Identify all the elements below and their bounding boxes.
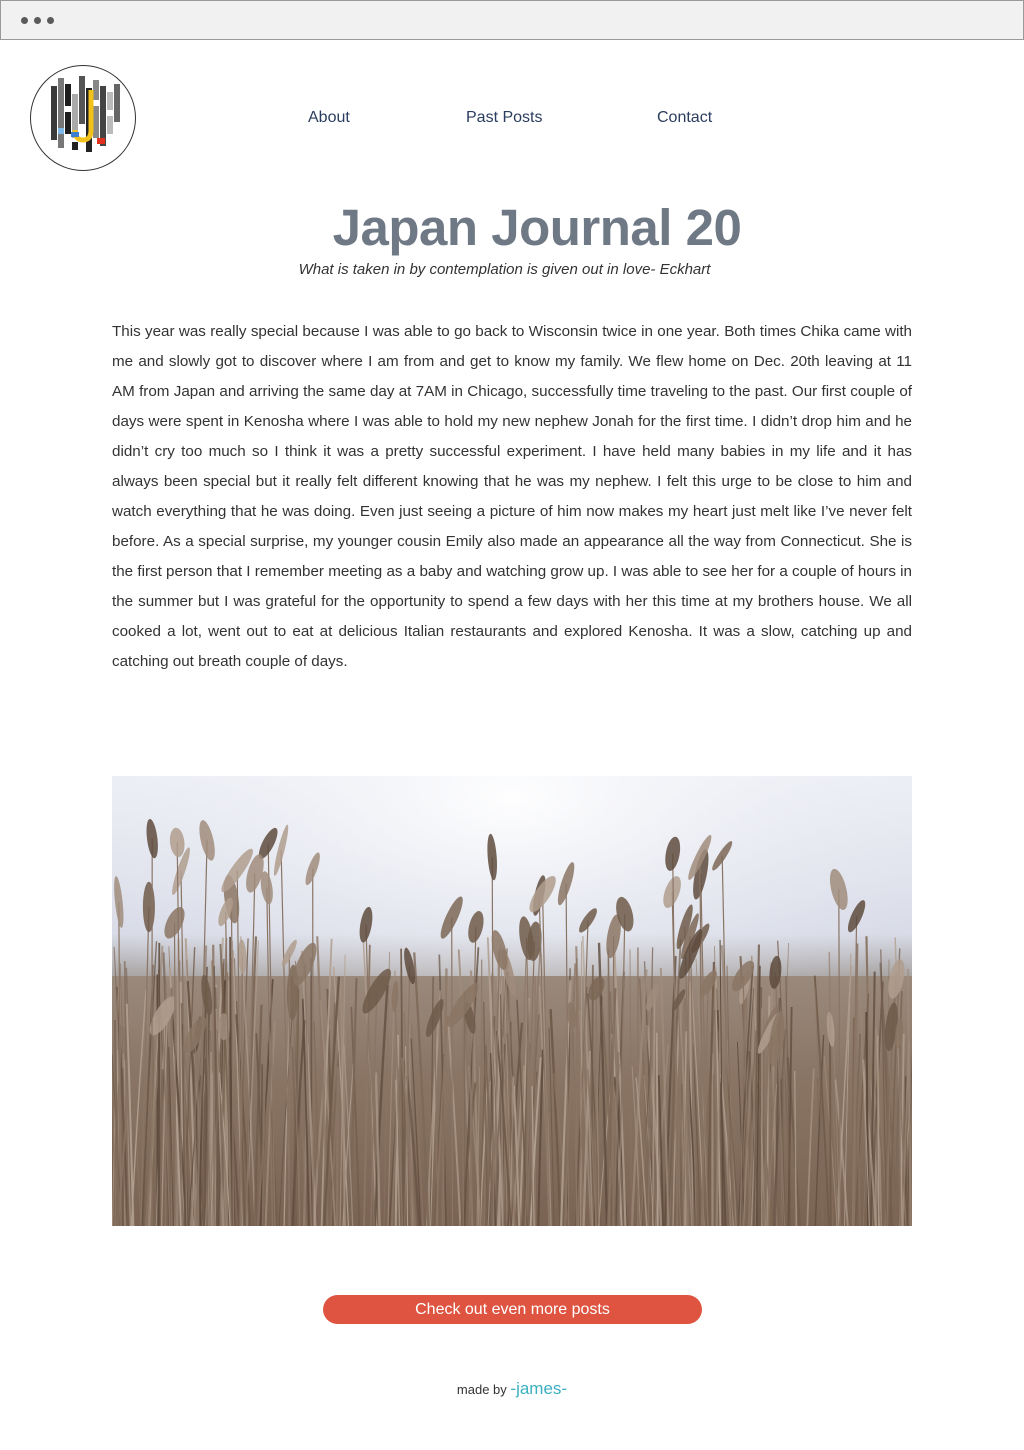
post-quote: What is taken in by contemplation is giv… (298, 261, 711, 278)
reeds-photo (112, 776, 912, 1226)
dot-icon (34, 17, 41, 24)
reeds-illustration (112, 776, 912, 1226)
window-dots-icon (21, 17, 54, 24)
footer: made by -james- (0, 1379, 1024, 1399)
nav-contact-link[interactable]: Contact (657, 109, 712, 127)
more-posts-button[interactable]: Check out even more posts (323, 1295, 702, 1324)
made-by-label: made by (456, 1382, 507, 1397)
nav-about-link[interactable]: About (308, 109, 350, 127)
post-body: This year was really special because I w… (112, 323, 912, 670)
dot-icon (47, 17, 54, 24)
post-title: Japan Journal 20 (332, 199, 742, 256)
dot-icon (21, 17, 28, 24)
site-logo-icon[interactable] (30, 65, 136, 171)
author-link[interactable]: -james- (510, 1379, 567, 1398)
pixel-j-logo-icon (51, 76, 120, 152)
browser-chrome (0, 0, 1024, 40)
nav-past-posts-link[interactable]: Past Posts (466, 109, 542, 127)
